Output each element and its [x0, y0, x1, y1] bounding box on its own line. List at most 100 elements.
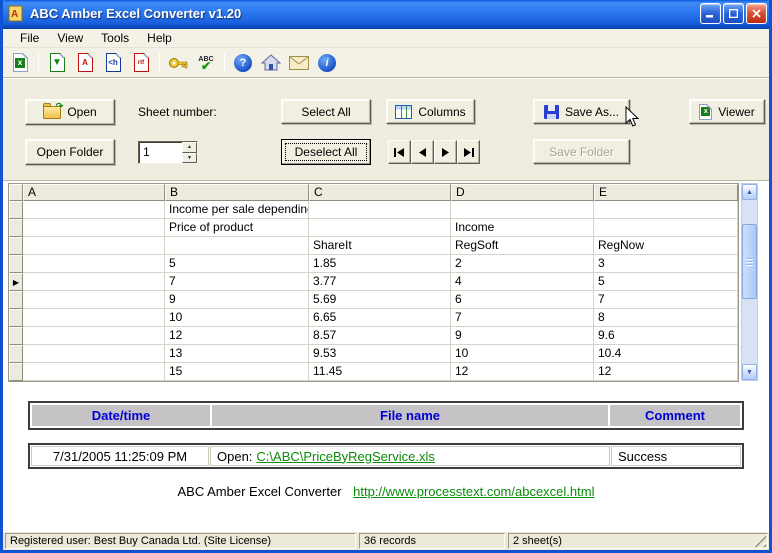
menu-file[interactable]: File [11, 30, 48, 47]
scroll-down-icon[interactable]: ▼ [742, 364, 757, 380]
next-record-button[interactable] [434, 140, 457, 164]
sheet-number-down-icon[interactable]: ▼ [182, 153, 197, 164]
spellcheck-icon[interactable]: ABC✔ [193, 51, 219, 75]
grid-cell[interactable]: 5 [594, 273, 738, 291]
grid-cell[interactable]: 10 [451, 345, 594, 363]
grid-cell[interactable]: 8 [594, 309, 738, 327]
grid-cell[interactable] [165, 237, 309, 255]
grid-cell[interactable]: 12 [165, 327, 309, 345]
row-header[interactable] [9, 345, 23, 363]
about-icon[interactable]: i [314, 51, 340, 75]
scroll-up-icon[interactable]: ▲ [742, 184, 757, 200]
titlebar[interactable]: A ABC Amber Excel Converter v1.20 [0, 0, 772, 29]
grid-cell[interactable] [23, 363, 165, 381]
grid-cell[interactable]: 9 [165, 291, 309, 309]
row-header[interactable] [9, 291, 23, 309]
row-header[interactable] [9, 363, 23, 381]
grid-cell[interactable] [23, 201, 165, 219]
menu-view[interactable]: View [48, 30, 92, 47]
grid-cell[interactable]: 7 [165, 273, 309, 291]
grid-cell[interactable] [309, 219, 451, 237]
grid-cell[interactable]: 5.69 [309, 291, 451, 309]
grid-cell[interactable]: 7 [594, 291, 738, 309]
grid-cell[interactable]: 12 [451, 363, 594, 381]
scrollbar-thumb[interactable] [742, 224, 757, 299]
grid-cell[interactable]: 8.57 [309, 327, 451, 345]
column-header-a[interactable]: A [23, 184, 165, 201]
log-file-link[interactable]: C:\ABC\PriceByRegService.xls [256, 449, 434, 464]
minimize-button[interactable] [700, 3, 721, 24]
grid-cell[interactable]: RegSoft [451, 237, 594, 255]
grid-cell[interactable]: ShareIt [309, 237, 451, 255]
grid-cell[interactable]: 5 [165, 255, 309, 273]
grid-cell[interactable] [23, 345, 165, 363]
row-header[interactable] [9, 309, 23, 327]
grid-cell[interactable]: Price of product [165, 219, 309, 237]
footer-link[interactable]: http://www.processtext.com/abcexcel.html [353, 484, 594, 499]
grid-cell[interactable] [23, 255, 165, 273]
help-icon[interactable]: ? [230, 51, 256, 75]
column-header-e[interactable]: E [594, 184, 738, 201]
open-button[interactable]: ↷ Open [25, 99, 115, 125]
column-header-c[interactable]: C [309, 184, 451, 201]
grid-cell[interactable]: 6.65 [309, 309, 451, 327]
convert-save-icon[interactable]: ▼ [44, 51, 70, 75]
grid-cell[interactable] [23, 327, 165, 345]
grid-cell[interactable] [594, 201, 738, 219]
register-key-icon[interactable] [165, 51, 191, 75]
grid-cell[interactable]: 15 [165, 363, 309, 381]
home-icon[interactable] [258, 51, 284, 75]
grid-cell[interactable]: 9.53 [309, 345, 451, 363]
grid-cell[interactable]: 7 [451, 309, 594, 327]
grid-cell[interactable]: 10.4 [594, 345, 738, 363]
column-header-b[interactable]: B [165, 184, 309, 201]
grid-cell[interactable] [451, 201, 594, 219]
previous-record-button[interactable] [411, 140, 434, 164]
row-header[interactable] [9, 237, 23, 255]
grid-cell[interactable] [23, 237, 165, 255]
grid-cell[interactable] [23, 219, 165, 237]
menu-help[interactable]: Help [138, 30, 181, 47]
grid-cell[interactable]: 13 [165, 345, 309, 363]
open-folder-button[interactable]: Open Folder [25, 139, 115, 165]
grid-cell[interactable] [23, 273, 165, 291]
grid-vertical-scrollbar[interactable]: ▲ ▼ [741, 183, 758, 381]
maximize-button[interactable] [723, 3, 744, 24]
rtf-export-icon[interactable]: rtf [128, 51, 154, 75]
first-record-button[interactable] [388, 140, 411, 164]
grid-cell[interactable]: 9.6 [594, 327, 738, 345]
column-header-d[interactable]: D [451, 184, 594, 201]
menu-tools[interactable]: Tools [92, 30, 138, 47]
pdf-export-icon[interactable]: A [72, 51, 98, 75]
grid-cell[interactable]: 1.85 [309, 255, 451, 273]
sheet-number-up-icon[interactable]: ▲ [182, 142, 197, 153]
columns-button[interactable]: Columns [386, 99, 475, 124]
grid-cell[interactable]: 12 [594, 363, 738, 381]
grid-cell[interactable]: Income [451, 219, 594, 237]
chm-export-icon[interactable]: <h [100, 51, 126, 75]
select-all-button[interactable]: Select All [281, 99, 371, 124]
excel-file-icon[interactable]: x [7, 51, 33, 75]
grid-cell[interactable] [23, 291, 165, 309]
grid-cell[interactable]: RegNow [594, 237, 738, 255]
viewer-button[interactable]: x Viewer [689, 99, 765, 124]
deselect-all-button[interactable]: Deselect All [281, 139, 371, 165]
close-button[interactable] [746, 3, 767, 24]
grid-cell[interactable]: 6 [451, 291, 594, 309]
resize-grip[interactable] [753, 534, 766, 547]
row-header[interactable]: ▶ [9, 273, 23, 291]
save-as-button[interactable]: Save As... [533, 99, 630, 124]
grid-cell[interactable]: Income per sale depending on [165, 201, 309, 219]
grid-cell[interactable]: 9 [451, 327, 594, 345]
row-header[interactable] [9, 255, 23, 273]
grid-cell[interactable] [594, 219, 738, 237]
grid-cell[interactable]: 2 [451, 255, 594, 273]
sheet-number-value[interactable]: 1 [139, 142, 182, 163]
grid-cell[interactable]: 11.45 [309, 363, 451, 381]
grid-cell[interactable]: 10 [165, 309, 309, 327]
row-header[interactable] [9, 219, 23, 237]
grid-cell[interactable] [23, 309, 165, 327]
email-icon[interactable] [286, 51, 312, 75]
row-header[interactable] [9, 201, 23, 219]
grid-cell[interactable]: 3.77 [309, 273, 451, 291]
